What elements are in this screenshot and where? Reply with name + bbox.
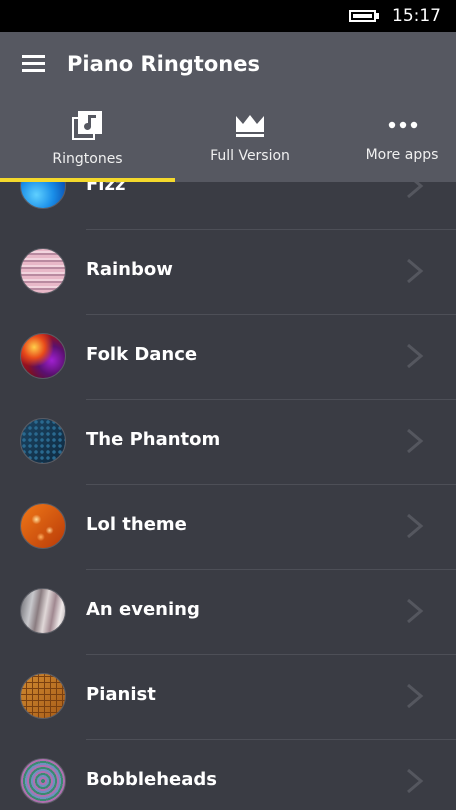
chevron-right-icon [407,513,424,539]
list-item[interactable]: The Phantom [0,400,456,485]
chevron-right-icon [407,343,424,369]
tab-full-version-label: Full Version [210,148,290,164]
tab-more-apps[interactable]: More apps [352,100,452,182]
ringtone-name: An evening [86,599,200,620]
status-bar: 15:17 [0,0,456,32]
ringtone-name: Rainbow [86,259,173,280]
list-item[interactable]: An evening [0,570,456,655]
ringtone-name: The Phantom [86,429,221,450]
list-item[interactable]: Rainbow [0,230,456,315]
ringtone-thumbnail [20,673,66,719]
list-item[interactable]: Folk Dance [0,315,456,400]
tab-ringtones-label: Ringtones [52,151,123,167]
ringtone-thumbnail [20,758,66,804]
ringtone-name: Fizz [86,182,126,195]
ringtone-thumbnail [20,418,66,464]
ringtone-thumbnail [20,503,66,549]
more-dots-icon [388,121,418,129]
list-item[interactable]: Lol theme [0,485,456,570]
ringtone-name: Pianist [86,684,156,705]
chevron-right-icon [407,598,424,624]
music-library-icon [72,111,102,140]
tab-more-apps-label: More apps [365,147,439,163]
clock: 15:17 [392,6,441,26]
list-item[interactable]: Pianist [0,655,456,740]
ringtone-thumbnail [20,588,66,634]
battery-icon [349,10,376,22]
chevron-right-icon [407,683,424,709]
chevron-right-icon [407,182,424,199]
list-item[interactable]: Bobbleheads [0,740,456,810]
hamburger-menu-icon[interactable] [22,55,46,73]
ringtone-thumbnail [20,182,66,209]
ringtone-thumbnail [20,248,66,294]
tab-full-version[interactable]: Full Version [175,100,325,182]
ringtone-list[interactable]: Fizz Rainbow Folk Dance The Phantom Lol … [0,182,456,810]
chevron-right-icon [407,258,424,284]
app-title: Piano Ringtones [67,52,260,76]
chevron-right-icon [407,768,424,794]
ringtone-name: Folk Dance [86,344,198,365]
battery-tip [376,13,379,19]
chevron-right-icon [407,428,424,454]
tab-ringtones[interactable]: Ringtones [0,100,175,182]
ringtone-name: Bobbleheads [86,769,218,790]
list-item[interactable]: Fizz [0,182,456,230]
crown-icon [236,115,264,137]
ringtone-name: Lol theme [86,514,187,535]
ringtone-thumbnail [20,333,66,379]
